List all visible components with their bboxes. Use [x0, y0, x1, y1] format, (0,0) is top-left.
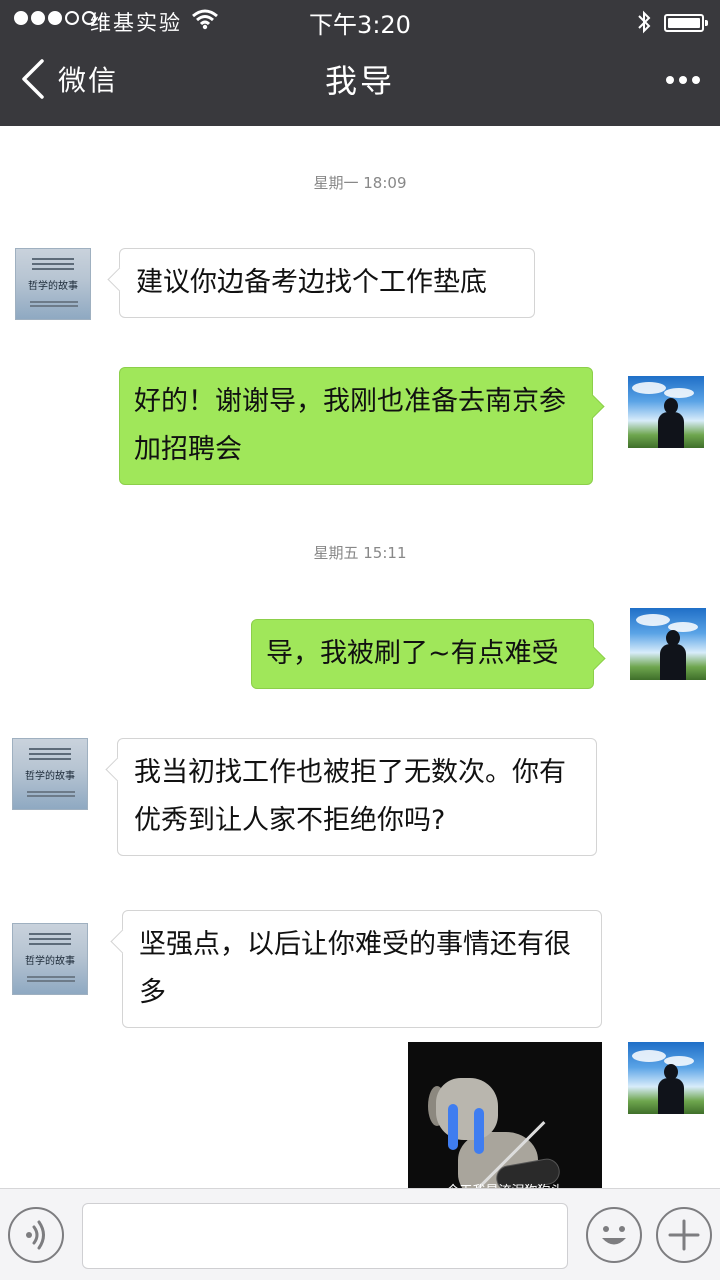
avatar-book-title: 哲学的故事 [25, 771, 75, 782]
incoming-message[interactable]: 我当初找工作也被拒了无数次。你有优秀到让人家不拒绝你吗? [117, 738, 597, 856]
input-bar [0, 1188, 720, 1280]
advisor-avatar[interactable]: 哲学的故事 [15, 248, 91, 320]
status-bar: 维基实验 下午3:20 [0, 0, 720, 42]
avatar-book-title: 哲学的故事 [25, 956, 75, 967]
my-avatar[interactable] [630, 608, 706, 680]
outgoing-message[interactable]: 导，我被刷了~有点难受 [251, 619, 594, 689]
plus-icon [668, 1219, 700, 1251]
my-avatar[interactable] [628, 1042, 704, 1114]
emoji-icon [602, 1226, 626, 1245]
sticker-message[interactable]: 今天我是流泪狗狗头 [408, 1042, 602, 1188]
outgoing-message[interactable]: 好的！谢谢导，我刚也准备去南京参加招聘会 [119, 367, 593, 485]
avatar-book-title: 哲学的故事 [28, 281, 78, 292]
bluetooth-icon [638, 10, 651, 34]
voice-icon [26, 1220, 45, 1250]
incoming-message[interactable]: 坚强点，以后让你难受的事情还有很多 [122, 910, 602, 1028]
advisor-avatar[interactable]: 哲学的故事 [12, 923, 88, 995]
battery-icon [664, 14, 708, 32]
my-avatar[interactable] [628, 376, 704, 448]
more-dots-icon[interactable] [666, 76, 700, 84]
page-title: 我导 [324, 62, 395, 100]
incoming-message[interactable]: 建议你边备考边找个工作垫底 [119, 248, 535, 318]
voice-button[interactable] [8, 1207, 64, 1263]
emoji-button[interactable] [586, 1207, 642, 1263]
message-timestamp: 星期一 18:09 [313, 174, 407, 192]
message-input[interactable] [82, 1203, 568, 1269]
status-time: 下午3:20 [309, 11, 411, 39]
top-bar: 维基实验 下午3:20 微信 我导 [0, 0, 720, 126]
add-button[interactable] [656, 1207, 712, 1263]
message-timestamp: 星期五 15:11 [313, 544, 407, 562]
sticker-caption: 今天我是流泪狗狗头 [408, 1180, 602, 1188]
advisor-avatar[interactable]: 哲学的故事 [12, 738, 88, 810]
